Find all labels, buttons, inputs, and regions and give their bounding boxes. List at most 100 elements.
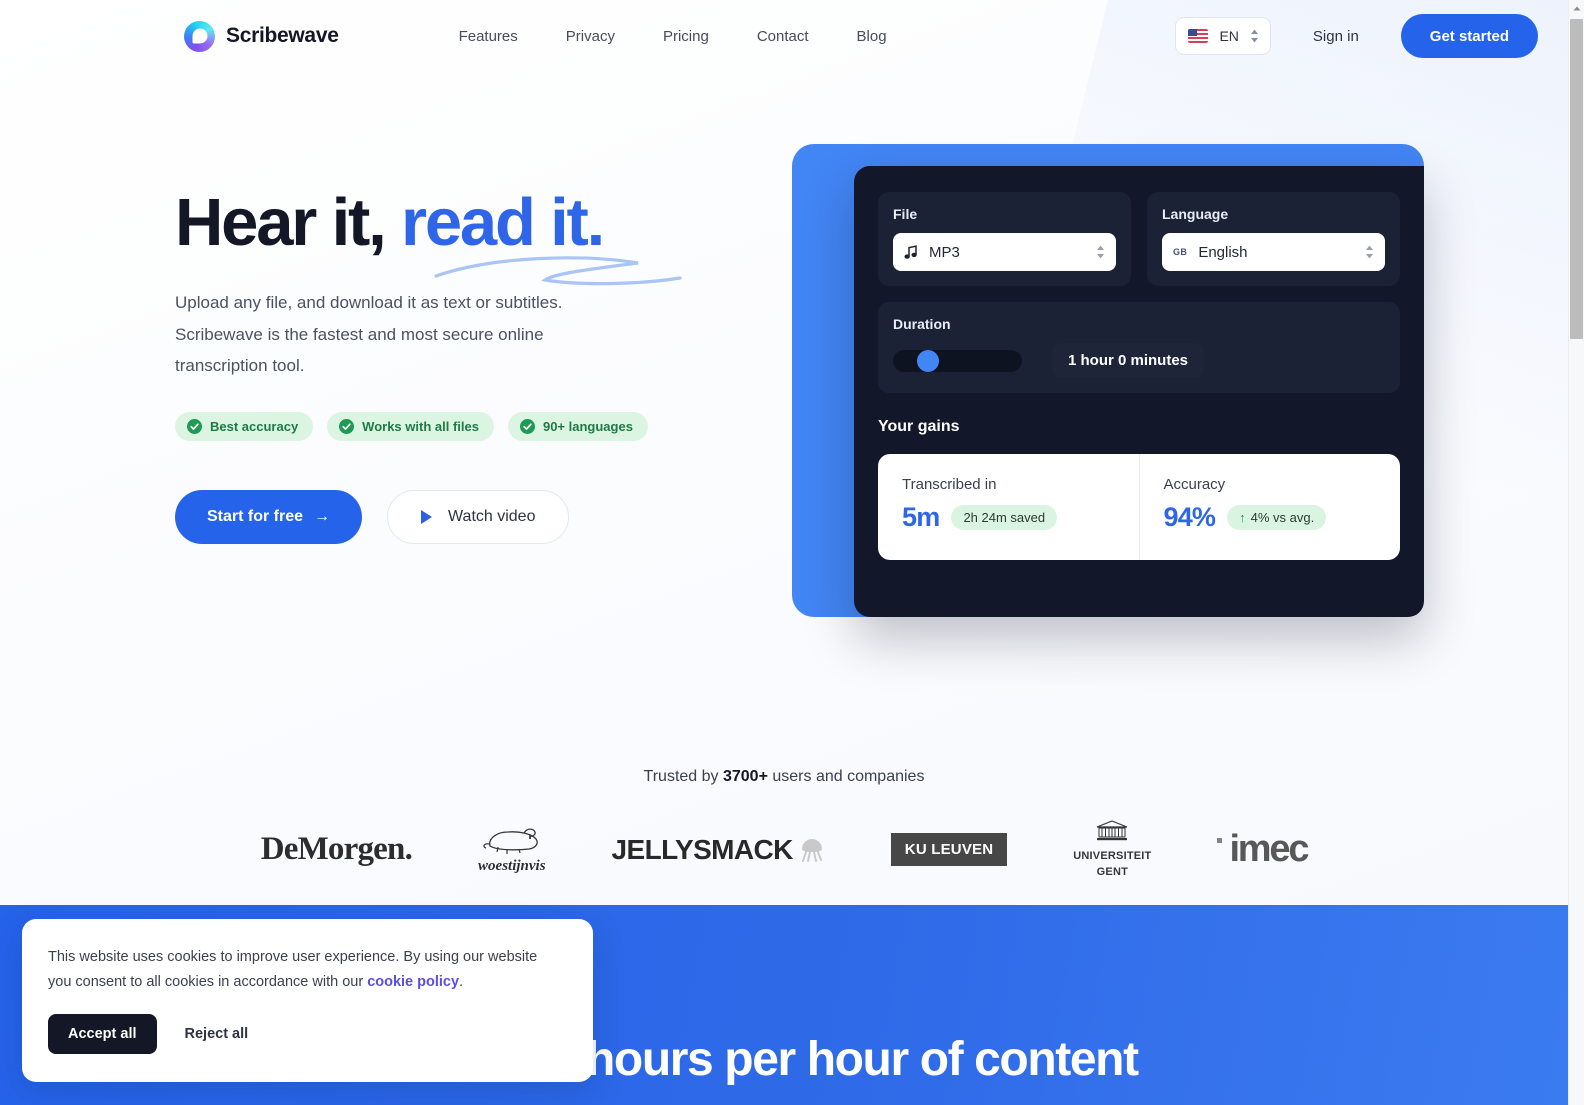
gain-value: 5m (902, 502, 940, 532)
logo-woestijnvis: woestijnvis (478, 825, 546, 875)
get-started-button[interactable]: Get started (1400, 14, 1538, 58)
logo-ugent-line2: GENT (1096, 866, 1129, 879)
logo-imec: imec (1217, 828, 1309, 871)
logo-ku-leuven: KU LEUVEN (890, 833, 1008, 867)
arrow-up-icon: ↑ (1239, 510, 1246, 525)
university-building-icon (1097, 820, 1128, 841)
nav-item-contact[interactable]: Contact (733, 20, 833, 53)
feature-pill-90-languages: 90+ languages (507, 412, 648, 442)
underline-squiggle-icon (434, 256, 682, 286)
site-header: Scribewave Features Privacy Pricing Cont… (0, 0, 1568, 72)
trusted-by-text: Trusted by 3700+ users and companies (0, 768, 1568, 786)
arrow-right-icon: → (314, 508, 331, 526)
widget-selectors-row: File MP3 Language GB English (878, 192, 1400, 286)
start-for-free-label: Start for free (207, 508, 304, 526)
brand-name: Scribewave (226, 24, 339, 47)
start-for-free-button[interactable]: Start for free → (175, 490, 363, 545)
us-flag-icon (1188, 29, 1209, 43)
chevron-updown-icon (1250, 29, 1259, 43)
gb-flag-icon: GB (1173, 247, 1188, 257)
duration-value-badge: 1 hour 0 minutes (1053, 343, 1204, 378)
feature-pill-label: Best accuracy (210, 419, 299, 435)
music-note-icon (904, 244, 917, 259)
language-selector-box: Language GB English (1147, 192, 1400, 286)
language-value: English (1198, 243, 1248, 261)
gain-label: Accuracy (1163, 476, 1226, 493)
logo-jellysmack: JELLYSMACK (612, 834, 825, 866)
cookie-button-row: Accept all Reject all (48, 1014, 563, 1055)
cookie-policy-link[interactable]: cookie policy (367, 974, 459, 990)
logo-woestijnvis-name: woestijnvis (478, 857, 546, 874)
hero-content: Hear it, read it. Upload any file, and d… (175, 185, 815, 545)
slider-thumb[interactable] (917, 349, 939, 372)
hero-subtext: Upload any file, and download it as text… (175, 293, 563, 375)
file-selector-box: File MP3 (878, 192, 1131, 286)
watch-video-button[interactable]: Watch video (387, 490, 570, 545)
accept-all-button[interactable]: Accept all (48, 1014, 157, 1055)
your-gains-title: Your gains (878, 418, 960, 435)
gain-value-row: 5m 2h 24m saved (902, 502, 1115, 533)
gain-transcribed-in: Transcribed in 5m 2h 24m saved (878, 454, 1139, 560)
trusted-prefix: Trusted by (643, 768, 723, 785)
main-nav: Features Privacy Pricing Contact Blog (435, 20, 911, 53)
gain-value: 94% (1163, 502, 1216, 532)
logo-jellysmack-name: JELLYSMACK (611, 833, 794, 865)
language-code: EN (1219, 28, 1239, 44)
duration-slider[interactable] (893, 349, 1022, 372)
scribewave-logo-icon (184, 20, 215, 52)
feature-pill-list: Best accuracy Works with all files 90+ l… (175, 412, 815, 442)
gains-card: Transcribed in 5m 2h 24m saved Accuracy … (878, 454, 1400, 560)
brand-logo[interactable]: Scribewave (184, 20, 339, 52)
logo-ugent-line1: UNIVERSITEIT (1073, 850, 1152, 862)
file-label: File (893, 206, 918, 222)
nav-item-blog[interactable]: Blog (833, 20, 911, 53)
logo-demorgen: DeMorgen. (260, 831, 413, 868)
duration-box: Duration 1 hour 0 minutes (878, 302, 1400, 393)
watch-video-label: Watch video (448, 508, 536, 526)
cookie-text: This website uses cookies to improve use… (48, 945, 563, 995)
scrollbar-thumb[interactable] (1570, 19, 1583, 339)
cookie-text-after: . (459, 974, 464, 991)
headline-accent-part: read it. (400, 185, 605, 260)
hero-cta-row: Start for free → Watch video (175, 490, 815, 545)
file-value: MP3 (929, 243, 960, 261)
cookie-consent-banner: This website uses cookies to improve use… (22, 919, 593, 1083)
gain-badge: ↑ 4% vs avg. (1227, 505, 1327, 530)
jellyfish-icon (801, 838, 822, 862)
header-actions: EN Sign in Get started (1175, 14, 1538, 58)
language-label: Language (1162, 206, 1229, 222)
page-root: Scribewave Features Privacy Pricing Cont… (0, 0, 1584, 1105)
feature-pill-works-with-all-files: Works with all files (327, 412, 494, 442)
nav-item-features[interactable]: Features (435, 20, 542, 53)
gain-value-row: 94% ↑ 4% vs avg. (1164, 502, 1377, 533)
check-badge-icon (519, 419, 535, 435)
pig-illustration-icon (483, 828, 538, 854)
widget-dark-card: File MP3 Language GB English Duration 1 … (854, 166, 1424, 617)
feature-pill-label: 90+ languages (542, 419, 633, 435)
language-selector[interactable]: EN (1175, 17, 1271, 55)
trusted-suffix: users and companies (767, 768, 925, 785)
nav-item-pricing[interactable]: Pricing (639, 20, 733, 53)
scroll-up-arrow-icon[interactable] (1569, 0, 1584, 17)
duration-control-row: 1 hour 0 minutes (893, 343, 1385, 378)
gain-accuracy: Accuracy 94% ↑ 4% vs avg. (1138, 454, 1401, 560)
sign-in-link[interactable]: Sign in (1291, 20, 1381, 53)
gain-badge: 2h 24m saved (951, 505, 1058, 530)
trusted-count: 3700+ (722, 768, 768, 785)
logo-imec-name: imec (1229, 828, 1309, 871)
duration-label: Duration (893, 316, 951, 332)
page-scrollbar[interactable] (1568, 0, 1584, 1105)
chevron-updown-icon (1365, 245, 1374, 259)
reject-all-button[interactable]: Reject all (163, 1014, 271, 1054)
cookie-text-before: This website uses cookies to improve use… (48, 949, 538, 991)
file-select[interactable]: MP3 (893, 233, 1116, 271)
check-badge-icon (187, 419, 202, 435)
chevron-updown-icon (1096, 245, 1105, 259)
language-select[interactable]: GB English (1162, 233, 1385, 271)
feature-pill-label: Works with all files (362, 419, 479, 435)
client-logo-row: DeMorgen. woestijnvis JELLYSMACK KU LEUV… (0, 820, 1568, 880)
gain-label: Transcribed in (902, 476, 997, 493)
page-title: Hear it, read it. (175, 185, 815, 286)
feature-pill-best-accuracy: Best accuracy (175, 412, 314, 442)
nav-item-privacy[interactable]: Privacy (542, 20, 639, 53)
